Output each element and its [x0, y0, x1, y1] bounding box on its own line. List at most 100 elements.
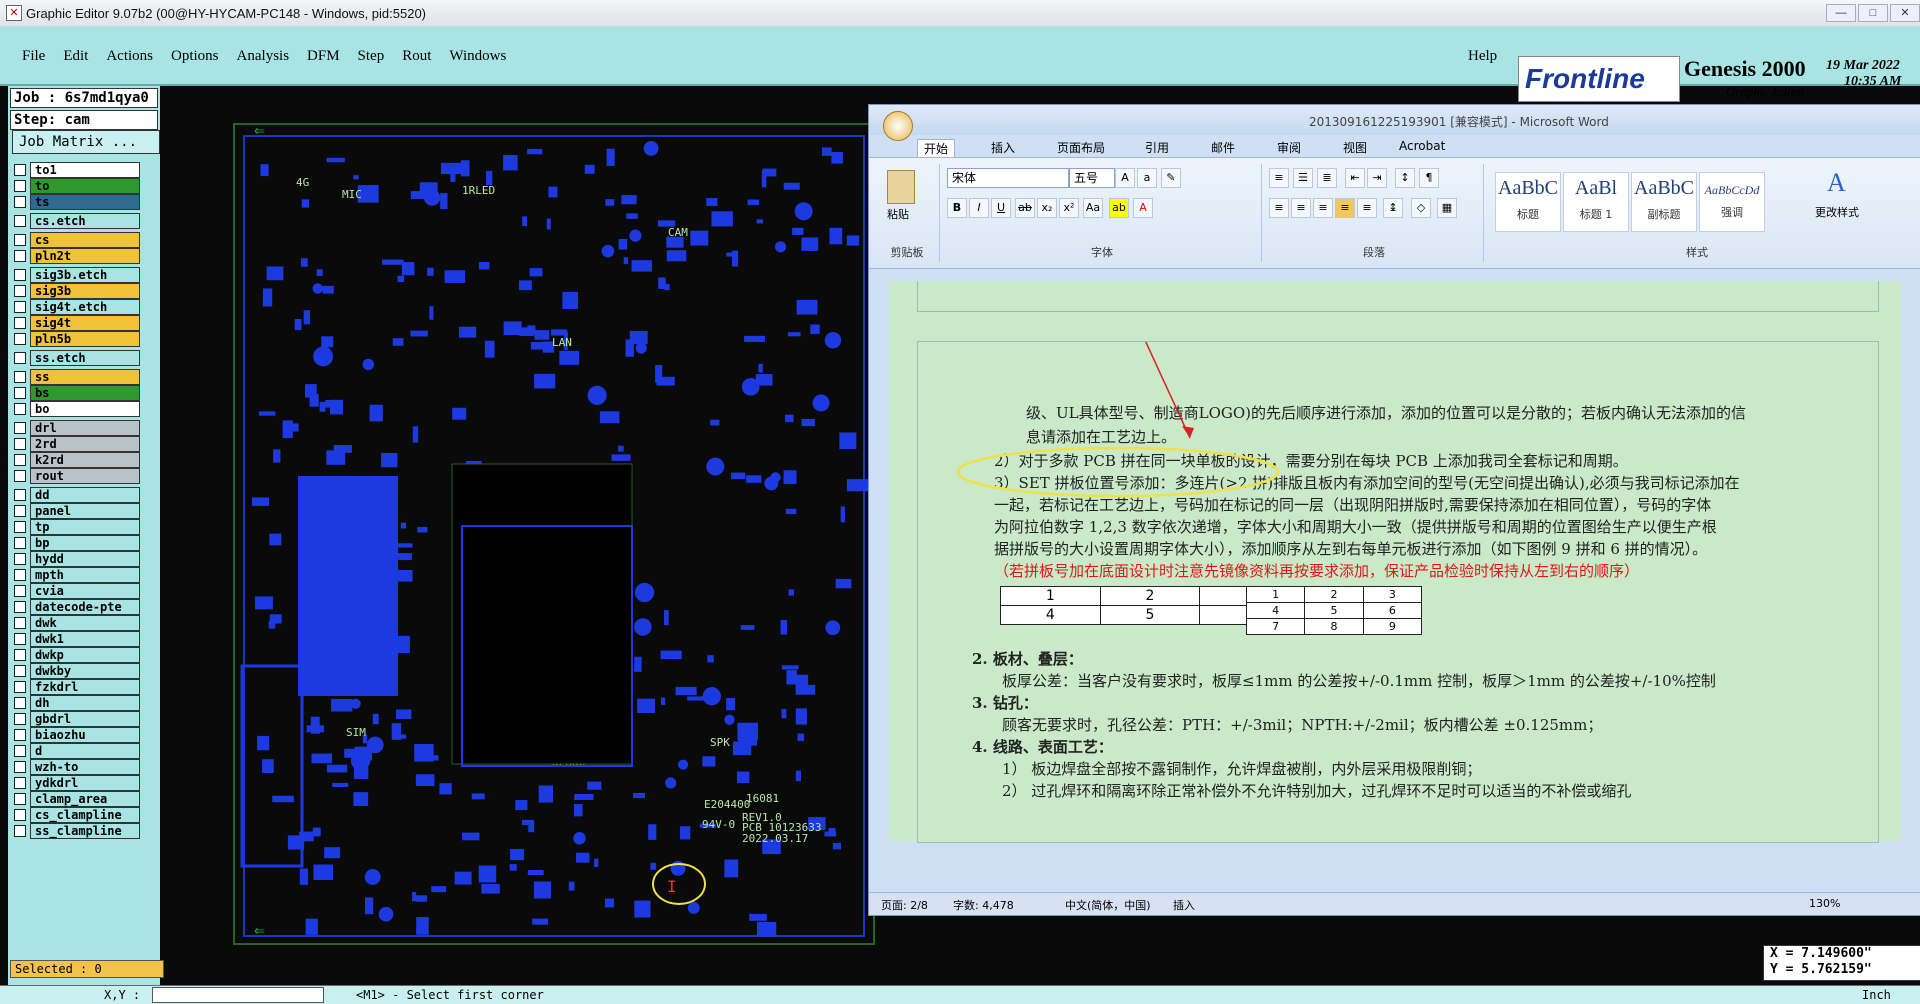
layer-name[interactable]: clamp_area [30, 791, 140, 807]
layer-name[interactable]: bo [30, 401, 140, 417]
layer-name[interactable]: to1 [30, 162, 140, 178]
ribbon-tab[interactable]: Acrobat [1399, 139, 1445, 153]
layer-row[interactable]: bo [12, 401, 140, 417]
layer-row[interactable]: ts [12, 194, 140, 210]
units-label[interactable]: Inch [1862, 988, 1891, 1002]
align-right-icon[interactable]: ≡ [1313, 198, 1333, 218]
sort-icon[interactable]: ↕ [1395, 168, 1415, 188]
grow-font-icon[interactable]: A [1115, 168, 1135, 188]
layer-name[interactable]: dwk [30, 615, 140, 631]
layer-row[interactable]: k2rd [12, 452, 140, 468]
layer-name[interactable]: sig4t.etch [30, 299, 140, 315]
layer-name[interactable]: dh [30, 695, 140, 711]
layer-checkbox[interactable] [14, 633, 26, 645]
change-case-icon[interactable]: Aa [1083, 198, 1103, 218]
layer-name[interactable]: cs [30, 232, 140, 248]
layer-row[interactable]: mpth [12, 567, 140, 583]
ribbon-tab[interactable]: 视图 [1343, 139, 1367, 156]
ribbon-tab[interactable]: 页面布局 [1057, 139, 1105, 156]
layer-name[interactable]: bs [30, 385, 140, 401]
layer-row[interactable]: datecode-pte [12, 599, 140, 615]
layer-row[interactable]: dd [12, 487, 140, 503]
layer-row[interactable]: hydd [12, 551, 140, 567]
layer-row[interactable]: rout [12, 468, 140, 484]
menu-rout[interactable]: Rout [402, 48, 431, 64]
layer-name[interactable]: tp [30, 519, 140, 535]
layer-checkbox[interactable] [14, 470, 26, 482]
layer-checkbox[interactable] [14, 825, 26, 837]
layer-checkbox[interactable] [14, 665, 26, 677]
layer-row[interactable]: sig3b [12, 283, 140, 299]
xy-input[interactable] [152, 987, 324, 1003]
layer-checkbox[interactable] [14, 422, 26, 434]
layer-name[interactable]: ts [30, 194, 140, 210]
clear-format-icon[interactable]: ✎ [1161, 168, 1181, 188]
layer-checkbox[interactable] [14, 777, 26, 789]
layer-row[interactable]: dh [12, 695, 140, 711]
job-matrix-button[interactable]: Job Matrix ... [12, 130, 160, 154]
line-spacing-icon[interactable]: ↨ [1383, 198, 1403, 218]
superscript-icon[interactable]: x² [1059, 198, 1079, 218]
layer-checkbox[interactable] [14, 285, 26, 297]
layer-checkbox[interactable] [14, 617, 26, 629]
maximize-button[interactable]: □ [1858, 4, 1888, 22]
strike-icon[interactable]: ab [1015, 198, 1035, 218]
font-name-select[interactable]: 宋体 [947, 168, 1069, 188]
layer-name[interactable]: ss.etch [30, 350, 140, 366]
layer-name[interactable]: datecode-pte [30, 599, 140, 615]
layer-name[interactable]: gbdrl [30, 711, 140, 727]
layer-row[interactable]: ydkdrl [12, 775, 140, 791]
layer-checkbox[interactable] [14, 537, 26, 549]
font-size-select[interactable]: 五号 [1069, 168, 1115, 188]
menu-windows[interactable]: Windows [449, 48, 506, 64]
layer-row[interactable]: pln5b [12, 331, 140, 347]
highlight-icon[interactable]: ab [1109, 198, 1129, 218]
layer-row[interactable]: gbdrl [12, 711, 140, 727]
layer-name[interactable]: to [30, 178, 140, 194]
document-page[interactable]: 级、UL具体型号、制造商LOGO)的先后顺序进行添加，添加的位置可以是分散的；若… [917, 341, 1879, 843]
layer-checkbox[interactable] [14, 371, 26, 383]
layer-name[interactable]: pln5b [30, 331, 140, 347]
align-left-icon[interactable]: ≡ [1269, 198, 1289, 218]
menu-options[interactable]: Options [171, 48, 219, 64]
layer-checkbox[interactable] [14, 234, 26, 246]
menu-file[interactable]: File [22, 48, 45, 64]
layer-row[interactable]: biaozhu [12, 727, 140, 743]
layer-checkbox[interactable] [14, 454, 26, 466]
layer-name[interactable]: sig3b [30, 283, 140, 299]
layer-checkbox[interactable] [14, 521, 26, 533]
layer-name[interactable]: d [30, 743, 140, 759]
justify-icon[interactable]: ≡ [1335, 198, 1355, 218]
style-item[interactable]: AaBbC 标题 [1495, 172, 1561, 232]
font-color-icon[interactable]: A [1133, 198, 1153, 218]
layer-checkbox[interactable] [14, 793, 26, 805]
change-style-label[interactable]: 更改样式 [1815, 204, 1859, 220]
paste-label[interactable]: 粘贴 [887, 206, 909, 222]
layer-checkbox[interactable] [14, 180, 26, 192]
layer-name[interactable]: cs.etch [30, 213, 140, 229]
ribbon-tab[interactable]: 插入 [991, 139, 1015, 156]
layer-name[interactable]: rout [30, 468, 140, 484]
layer-name[interactable]: sig4t [30, 315, 140, 331]
borders-icon[interactable]: ▦ [1437, 198, 1457, 218]
layer-row[interactable]: dwkp [12, 647, 140, 663]
layer-name[interactable]: cs_clampline [30, 807, 140, 823]
layer-checkbox[interactable] [14, 585, 26, 597]
increase-indent-icon[interactable]: ⇥ [1367, 168, 1387, 188]
shrink-font-icon[interactable]: a [1137, 168, 1157, 188]
numbering-icon[interactable]: ☰ [1293, 168, 1313, 188]
layer-row[interactable]: sig4t.etch [12, 299, 140, 315]
layer-name[interactable]: wzh-to [30, 759, 140, 775]
bold-icon[interactable]: B [947, 198, 967, 218]
change-style-icon[interactable]: A [1827, 168, 1846, 198]
ribbon-tab[interactable]: 开始 [917, 139, 956, 158]
status-mode[interactable]: 插入 [1173, 897, 1195, 913]
layer-checkbox[interactable] [14, 601, 26, 613]
layer-name[interactable]: dwk1 [30, 631, 140, 647]
bullets-icon[interactable]: ≡ [1269, 168, 1289, 188]
status-lang[interactable]: 中文(简体，中国) [1065, 897, 1151, 913]
layer-checkbox[interactable] [14, 489, 26, 501]
style-item[interactable]: AaBbCcDd 强调 [1699, 172, 1765, 232]
layer-checkbox[interactable] [14, 196, 26, 208]
multilevel-icon[interactable]: ≣ [1317, 168, 1337, 188]
